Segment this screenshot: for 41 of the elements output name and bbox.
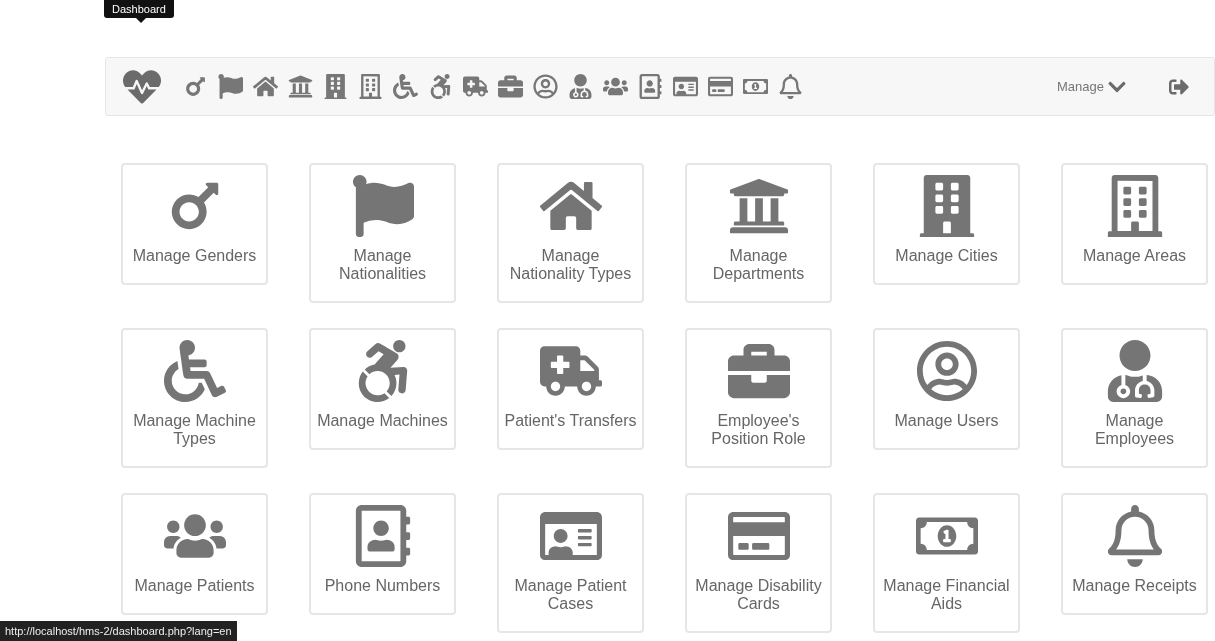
credit-card-icon[interactable]: [708, 74, 733, 99]
manage-tile[interactable]: Manage Nationalities: [309, 163, 456, 303]
status-bar-url: http://localhost/hms-2/dashboard.php?lang=en: [0, 621, 237, 641]
id-card-icon[interactable]: [673, 74, 698, 99]
columned-building-icon[interactable]: [288, 74, 313, 99]
manage-tile[interactable]: Manage Employees: [1061, 328, 1208, 468]
manage-dropdown[interactable]: Manage: [1057, 76, 1127, 97]
manage-tile[interactable]: Manage Patients: [121, 493, 268, 615]
doctor-icon[interactable]: [568, 74, 593, 99]
manage-tile[interactable]: Manage Cities: [873, 163, 1020, 285]
house-icon[interactable]: [253, 74, 278, 99]
heartbeat-icon[interactable]: [123, 67, 161, 106]
building-outline-icon[interactable]: [358, 74, 383, 99]
manage-tile[interactable]: Manage Receipts: [1061, 493, 1208, 615]
manage-tile[interactable]: Manage Nationality Types: [497, 163, 644, 303]
manage-tile[interactable]: Manage Genders: [121, 163, 268, 285]
bell-icon[interactable]: [778, 74, 803, 99]
manage-tile[interactable]: Manage Areas: [1061, 163, 1208, 285]
tooltip-arrow-icon: [136, 18, 146, 23]
address-book-icon[interactable]: [638, 74, 663, 99]
manage-tile[interactable]: Manage Disability Cards: [685, 493, 832, 633]
wheelchair-icon: [163, 340, 226, 402]
manage-tile[interactable]: Employee's Position Role: [685, 328, 832, 468]
user-circle-icon[interactable]: [533, 74, 558, 99]
wheelchair-icon[interactable]: [393, 74, 418, 99]
manage-tile[interactable]: Manage Users: [873, 328, 1020, 450]
ambulance-icon[interactable]: [463, 74, 488, 99]
male-symbol-icon[interactable]: [183, 74, 208, 99]
manage-tile[interactable]: Phone Numbers: [309, 493, 456, 615]
manage-tile[interactable]: Patient's Transfers: [497, 328, 644, 450]
briefcase-icon[interactable]: [498, 74, 523, 99]
manage-tile[interactable]: Manage Machines: [309, 328, 456, 450]
manage-tile[interactable]: Manage Departments: [685, 163, 832, 303]
tooltip: Dashboard: [104, 0, 174, 18]
manage-tile[interactable]: Manage Machine Types: [121, 328, 268, 468]
manage-tile[interactable]: Manage Patient Cases: [497, 493, 644, 633]
flag-icon[interactable]: [218, 74, 243, 99]
building-icon[interactable]: [323, 74, 348, 99]
flag-icon: [351, 175, 414, 237]
manage-tile[interactable]: Manage Financial Aids: [873, 493, 1020, 633]
active-wheelchair-icon[interactable]: [428, 74, 453, 99]
